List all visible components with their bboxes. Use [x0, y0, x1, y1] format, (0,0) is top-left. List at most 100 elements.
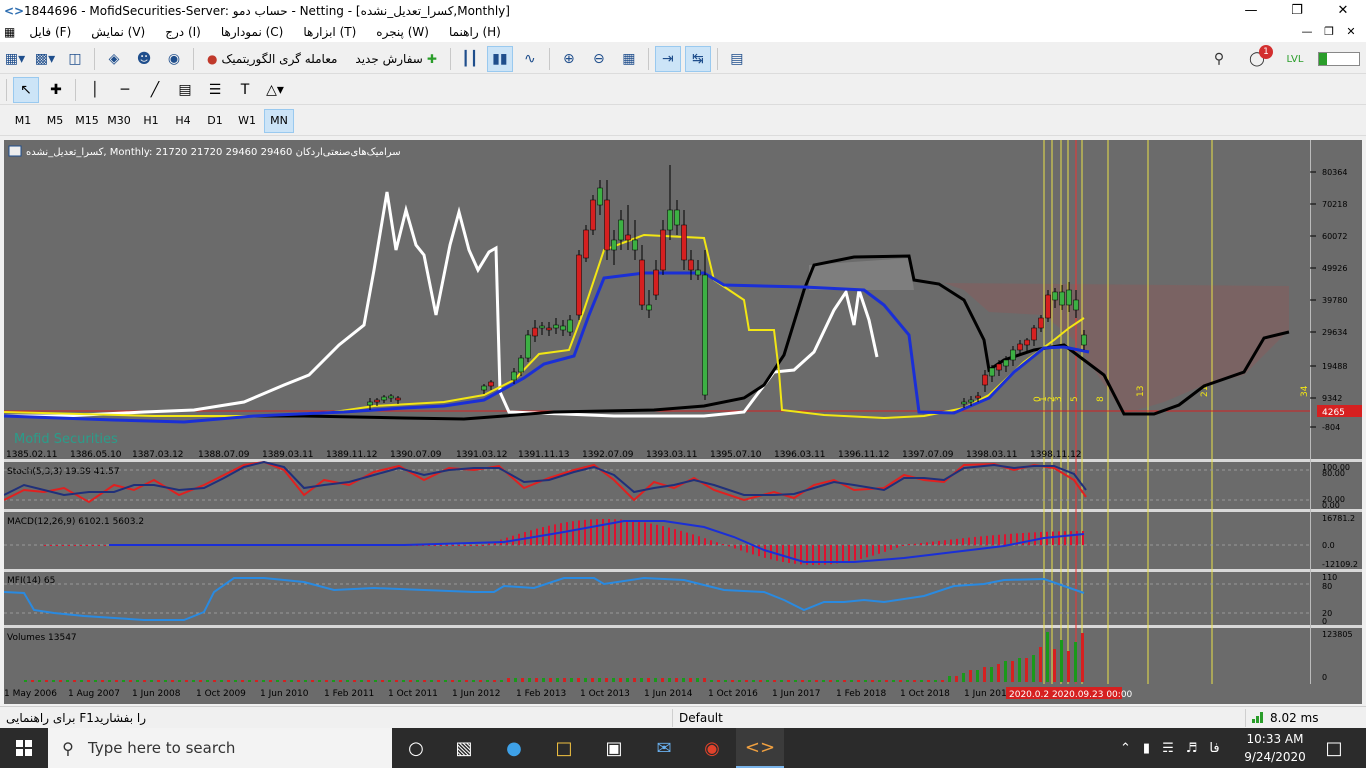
date-tick-label: 1 Feb 2013	[516, 689, 566, 699]
menu-window[interactable]: پنجره (W)	[366, 25, 439, 39]
menu-help[interactable]: راهنما (H)	[439, 25, 511, 39]
algo-trading-button[interactable]: ● معامله گری الگوریتمیک	[200, 46, 344, 72]
notification-center-icon[interactable]: □	[1310, 728, 1358, 768]
timeframe-mn[interactable]: MN	[264, 108, 294, 133]
svg-text:110: 110	[1322, 573, 1337, 582]
macd-bar	[56, 545, 58, 546]
volume-bar	[731, 680, 734, 682]
svg-text:80: 80	[1322, 582, 1332, 591]
watermark: Mofid Securities	[14, 432, 118, 447]
macd-bar	[920, 543, 922, 545]
cortana-icon[interactable]: ○	[392, 728, 440, 768]
taskbar-clock[interactable]: 10:33 AM 9/24/2020	[1240, 730, 1310, 766]
volume-icon[interactable]: ♬	[1186, 741, 1198, 756]
volume-bar	[766, 680, 769, 682]
volume-bar	[696, 678, 699, 682]
mail-icon[interactable]: ✉	[640, 728, 688, 768]
notifications-button[interactable]: ◯ 1	[1244, 45, 1273, 72]
menu-file[interactable]: فایل (F)	[19, 25, 81, 39]
date-tick-label: 1385.02.11	[6, 450, 58, 460]
navigator-button[interactable]: ◈	[101, 46, 127, 72]
menu-insert[interactable]: درج (I)	[155, 25, 211, 39]
macd-bar	[686, 532, 688, 545]
text-tool[interactable]: T	[232, 77, 258, 103]
shapes-tool[interactable]: △▾	[262, 77, 288, 103]
menu-tools[interactable]: ابزارها (T)	[293, 25, 366, 39]
new-order-button[interactable]: سفارش جدید ✚	[348, 46, 443, 72]
signals-button[interactable]: ◉	[161, 46, 187, 72]
level-icon[interactable]: LVL	[1282, 46, 1308, 72]
equidistant-channel-tool[interactable]: ▤	[172, 77, 198, 103]
candle-body	[388, 395, 394, 399]
file-explorer-icon[interactable]: □	[540, 728, 588, 768]
menu-view[interactable]: نمایش (V)	[81, 25, 155, 39]
date-tick-label: 1391.03.12	[456, 450, 508, 460]
timeframe-w1[interactable]: W1	[232, 109, 262, 133]
macd-bar	[92, 545, 94, 546]
mdi-restore-button[interactable]: ❐	[1318, 22, 1340, 42]
volume-bar	[248, 680, 251, 682]
chart-window[interactable]: کسرا_تعدیل_نشده, Monthly: 21720 21720 29…	[3, 140, 1362, 704]
timeframe-m1[interactable]: M1	[8, 109, 38, 133]
vertical-line-tool[interactable]: │	[82, 77, 108, 103]
timeframe-h1[interactable]: H1	[136, 109, 166, 133]
date-tick-label: 1398.11.12	[1030, 450, 1082, 460]
macd-bar	[452, 545, 454, 546]
battery-icon[interactable]: ▮	[1143, 741, 1150, 756]
show-hidden-icons[interactable]: ⌃	[1120, 741, 1131, 756]
autoscroll-button[interactable]: ⇥	[654, 45, 681, 72]
volume-bar	[52, 680, 55, 682]
timeframe-m5[interactable]: M5	[40, 109, 70, 133]
volume-bar	[122, 680, 125, 682]
accounts-button[interactable]: ☻	[131, 46, 157, 72]
zoom-out-button[interactable]: ⊖	[586, 46, 612, 72]
edge-icon[interactable]: ●	[490, 728, 538, 768]
timeframe-d1[interactable]: D1	[200, 109, 230, 133]
macd-bar	[1004, 534, 1006, 545]
candle-body	[481, 385, 487, 391]
volume-bar	[150, 680, 153, 682]
mdi-minimize-button[interactable]: —	[1296, 22, 1318, 42]
horizontal-line-tool[interactable]: ─	[112, 77, 138, 103]
metatrader-taskbar-icon[interactable]: <>	[736, 728, 784, 768]
new-chart-button[interactable]: ▦▾	[2, 46, 28, 72]
menu-charts[interactable]: نمودارها (C)	[211, 25, 294, 39]
close-button[interactable]: ✕	[1320, 0, 1366, 22]
volume-bar	[913, 680, 916, 682]
macd-bar	[698, 536, 700, 545]
market-watch-button[interactable]: ◫	[62, 46, 88, 72]
volume-bar	[346, 680, 349, 682]
volume-bar	[24, 680, 27, 682]
macd-bar	[746, 545, 748, 553]
trendline-tool[interactable]: ╱	[142, 77, 168, 103]
wifi-icon[interactable]: ☴	[1162, 741, 1174, 756]
bar-chart-button[interactable]: ┃┃	[457, 46, 483, 72]
timeframe-m15[interactable]: M15	[72, 109, 102, 133]
candlestick-button[interactable]: ▮▮	[486, 45, 513, 72]
chart-window-icon[interactable]: ▦	[0, 25, 19, 39]
taskbar-search-box[interactable]: ⚲ Type here to search	[48, 728, 392, 768]
store-icon[interactable]: ▣	[590, 728, 638, 768]
minimize-button[interactable]: —	[1228, 0, 1274, 22]
date-tick-label: 1 Jun 2019	[964, 689, 1013, 699]
profiles-button[interactable]: ▩▾	[32, 46, 58, 72]
zoom-in-button[interactable]: ⊕	[556, 46, 582, 72]
maximize-button[interactable]: ❐	[1274, 0, 1320, 22]
candle-body	[525, 334, 531, 359]
mdi-close-button[interactable]: ✕	[1340, 22, 1362, 42]
macd-bar	[80, 545, 82, 546]
line-chart-button[interactable]: ∿	[517, 46, 543, 72]
crosshair-tool[interactable]: ✚	[43, 77, 69, 103]
start-button[interactable]	[0, 728, 48, 768]
task-view-icon[interactable]: ▧	[440, 728, 488, 768]
search-icon[interactable]: ⚲	[1206, 46, 1232, 72]
chrome-icon[interactable]: ◉	[688, 728, 736, 768]
timeframe-h4[interactable]: H4	[168, 109, 198, 133]
chart-shift-button[interactable]: ↹	[684, 45, 711, 72]
language-indicator[interactable]: فا	[1209, 741, 1219, 756]
fibonacci-tool[interactable]: ☰	[202, 77, 228, 103]
templates-button[interactable]: ▤	[724, 46, 750, 72]
cursor-tool[interactable]: ↖	[13, 76, 39, 103]
timeframe-m30[interactable]: M30	[104, 109, 134, 133]
tile-windows-button[interactable]: ▦	[616, 46, 642, 72]
